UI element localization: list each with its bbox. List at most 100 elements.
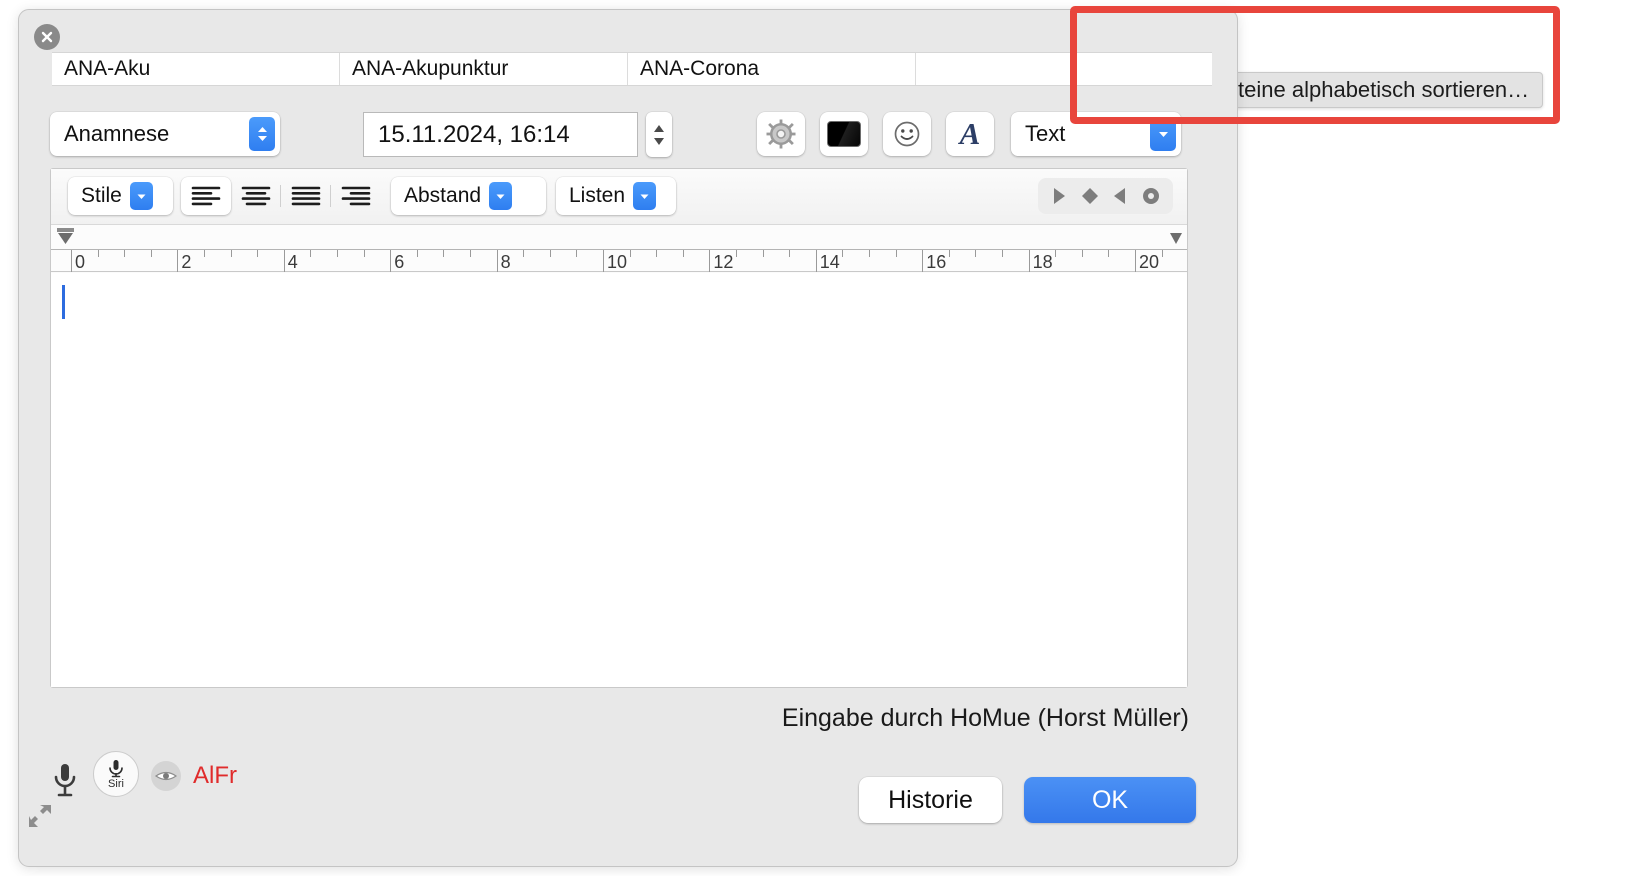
diamond-icon[interactable] xyxy=(1081,187,1099,205)
spacing-dropdown[interactable]: Abstand xyxy=(391,177,546,215)
snippet-tab-row: ANA-Aku ANA-Akupunktur ANA-Corona xyxy=(52,52,1212,86)
ruler-label: 4 xyxy=(287,252,298,272)
left-indent-marker-icon[interactable] xyxy=(55,227,77,249)
ruler-tick xyxy=(230,250,232,257)
ok-button[interactable]: OK xyxy=(1024,777,1196,823)
ruler-tick xyxy=(310,250,312,257)
ruler-tick xyxy=(97,250,99,257)
alignment-button-group xyxy=(181,177,381,215)
record-circle-icon[interactable] xyxy=(1142,187,1160,205)
ruler-label: 18 xyxy=(1032,252,1053,272)
chevron-down-icon xyxy=(633,182,657,210)
tab-empty[interactable] xyxy=(916,53,1204,85)
ruler-tick xyxy=(283,250,285,272)
ruler-tick xyxy=(736,250,737,257)
ruler-label: 0 xyxy=(75,252,86,272)
ruler-tick xyxy=(390,250,392,272)
format-toolbar: Stile Abstand Listen xyxy=(51,169,1187,225)
close-icon[interactable] xyxy=(34,24,60,50)
tab-ana-akupunktur[interactable]: ANA-Akupunktur xyxy=(340,53,628,85)
entry-type-value: Anamnese xyxy=(64,121,170,146)
ruler-label: 2 xyxy=(181,252,192,272)
text-input-area[interactable] xyxy=(51,273,1187,687)
ruler-tick xyxy=(815,250,817,272)
gear-icon[interactable] xyxy=(757,112,805,156)
tab-ana-aku[interactable]: ANA-Aku xyxy=(52,53,340,85)
ruler-label: 14 xyxy=(819,252,840,272)
align-justify-button[interactable] xyxy=(281,177,331,215)
ruler-tick xyxy=(124,250,126,257)
ruler-tick xyxy=(337,250,338,257)
bottom-bar: Siri AlFr Historie OK xyxy=(19,745,1237,855)
siri-button[interactable]: Siri xyxy=(93,751,139,797)
ruler-label: 6 xyxy=(394,252,405,272)
chevron-down-icon xyxy=(129,182,153,210)
resize-handle-icon[interactable] xyxy=(27,803,53,834)
ruler-tick xyxy=(523,250,525,257)
ruler-label: 8 xyxy=(500,252,511,272)
align-right-button[interactable] xyxy=(331,177,381,215)
eye-icon[interactable] xyxy=(151,761,181,791)
styles-dropdown[interactable]: Stile xyxy=(68,177,173,215)
play-triangle-right-icon[interactable] xyxy=(1051,187,1067,205)
screen-root: Textbausteine alphabetisch sortieren… AN… xyxy=(0,0,1640,876)
ruler-label: 20 xyxy=(1139,252,1160,272)
ruler-tick xyxy=(1028,250,1030,272)
ruler-tick xyxy=(895,250,897,257)
align-left-button[interactable] xyxy=(181,177,231,215)
tab-ana-corona[interactable]: ANA-Corona xyxy=(628,53,916,85)
align-center-button[interactable] xyxy=(231,177,281,215)
ruler-baseline xyxy=(51,249,1187,250)
entry-type-dropdown[interactable]: Anamnese xyxy=(50,112,280,156)
lists-label: Listen xyxy=(569,184,626,207)
ruler-tick xyxy=(629,250,631,257)
marker-navigation-group xyxy=(1038,178,1173,214)
ruler-tick xyxy=(1081,250,1083,257)
text-caret xyxy=(62,285,65,319)
smiley-icon[interactable] xyxy=(883,112,931,156)
ruler-tick xyxy=(496,250,498,272)
ruler-tick xyxy=(576,250,578,257)
ruler-tick xyxy=(789,250,791,257)
ruler-tick xyxy=(762,250,764,257)
ruler-tick xyxy=(204,250,205,257)
color-swatch xyxy=(827,121,861,147)
siri-label: Siri xyxy=(108,777,124,790)
ruler-tick xyxy=(922,250,924,272)
chevron-updown-icon xyxy=(249,117,275,151)
ruler-tick xyxy=(177,250,179,272)
microphone-icon[interactable] xyxy=(51,762,79,803)
date-input[interactable]: 15.11.2024, 16:14 xyxy=(363,112,638,157)
ruler-tick xyxy=(71,250,72,272)
play-triangle-left-icon[interactable] xyxy=(1112,187,1128,205)
ruler-tick xyxy=(682,250,684,257)
controls-row: Anamnese 15.11.2024, 16:14 A Text xyxy=(19,105,1237,167)
chevron-down-icon xyxy=(1150,117,1176,151)
chevron-down-icon xyxy=(489,182,513,210)
text-style-dropdown[interactable]: Text xyxy=(1011,112,1181,156)
ruler-tick xyxy=(842,250,844,257)
ruler-label: 10 xyxy=(607,252,628,272)
lists-dropdown[interactable]: Listen xyxy=(556,177,676,215)
date-stepper[interactable] xyxy=(646,112,672,157)
styles-label: Stile xyxy=(81,184,122,207)
italic-a-icon[interactable]: A xyxy=(946,112,994,156)
user-initials[interactable]: AlFr xyxy=(193,762,237,790)
ruler-tick xyxy=(257,250,259,257)
ruler[interactable]: 0 2 4 6 8 10 12 14 16 18 20 xyxy=(51,225,1187,272)
ruler-tick xyxy=(363,250,365,257)
ruler-tick xyxy=(549,250,551,257)
right-indent-marker-icon[interactable] xyxy=(1168,231,1184,247)
anamnese-dialog: ANA-Aku ANA-Akupunktur ANA-Corona Anamne… xyxy=(18,9,1238,867)
historie-button[interactable]: Historie xyxy=(859,777,1002,823)
ruler-tick xyxy=(603,250,604,272)
ruler-label: 16 xyxy=(926,252,947,272)
entry-author-note: Eingabe durch HoMue (Horst Müller) xyxy=(781,704,1189,732)
ruler-tick xyxy=(150,250,152,257)
ruler-tick xyxy=(1161,250,1163,257)
ruler-tick xyxy=(975,250,977,257)
color-swatch-button[interactable] xyxy=(820,112,868,156)
ruler-label: 12 xyxy=(713,252,734,272)
ruler-tick xyxy=(869,250,870,257)
ruler-tick xyxy=(416,250,418,257)
